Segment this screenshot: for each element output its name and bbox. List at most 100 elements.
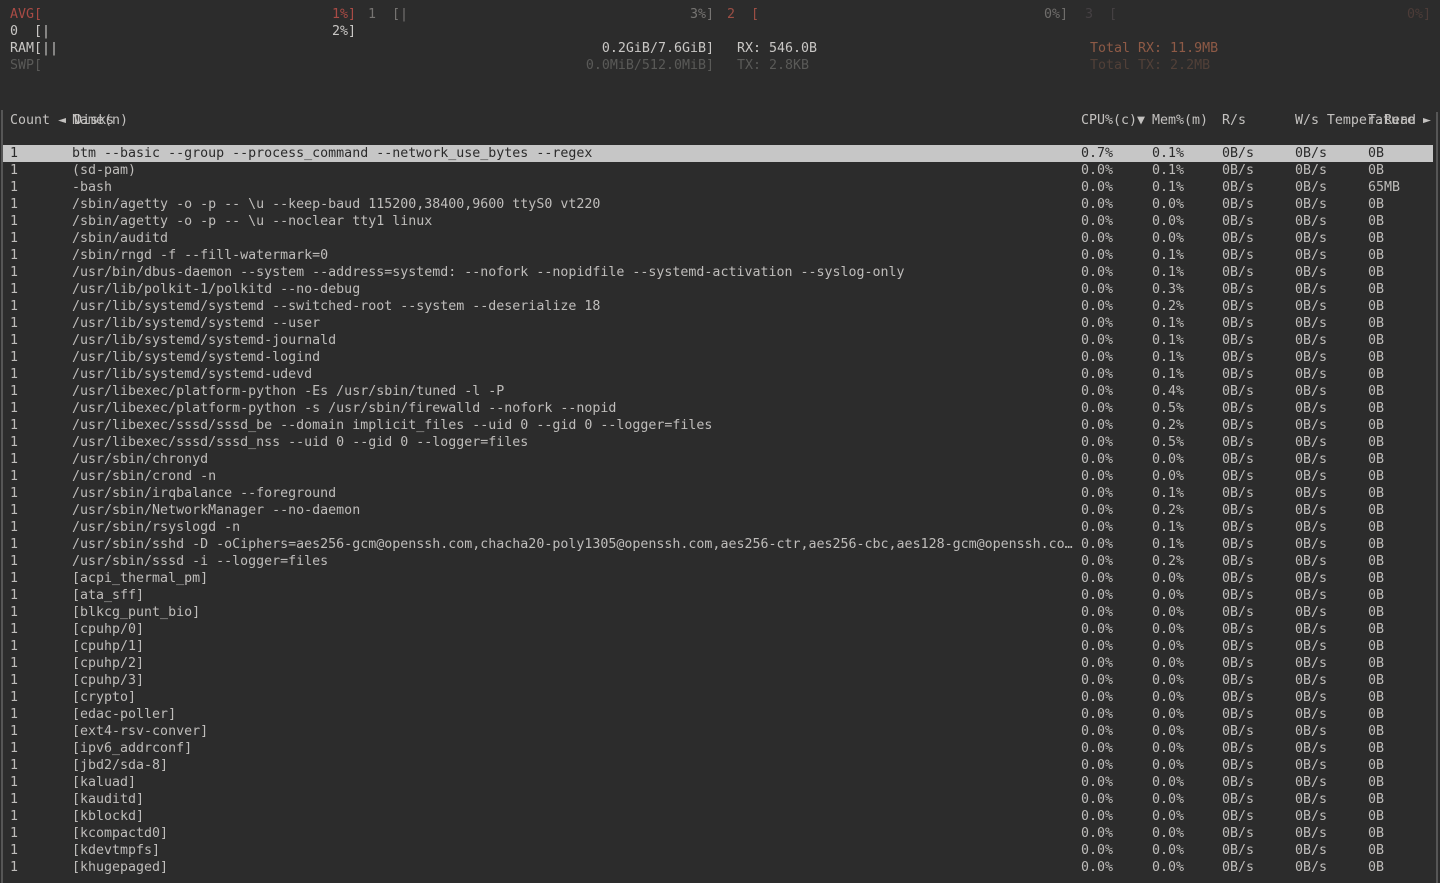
process-command: /usr/lib/systemd/systemd-logind (72, 349, 320, 366)
process-row[interactable]: 1 [cpuhp/0] 0.0% 0.0% 0B/s 0B/s 0B (2, 621, 1433, 638)
process-cpu-percent: 0.0% (1081, 672, 1113, 689)
nav-next-temperature[interactable]: Temperature ► (1279, 95, 1431, 112)
process-write-rate: 0B/s (1295, 213, 1327, 230)
process-write-rate: 0B/s (1295, 298, 1327, 315)
header-name[interactable]: Name(n) (72, 112, 128, 129)
header-count[interactable]: Count (10, 112, 50, 129)
gauge-open-bracket: [ (34, 6, 42, 23)
table-right-border (1436, 112, 1438, 883)
process-mem-percent: 0.2% (1152, 502, 1184, 519)
process-cpu-percent: 0.0% (1081, 162, 1113, 179)
process-mem-percent: 0.3% (1152, 281, 1184, 298)
process-row[interactable]: 1 [acpi_thermal_pm] 0.0% 0.0% 0B/s 0B/s … (2, 570, 1433, 587)
process-read-rate: 0B/s (1222, 434, 1254, 451)
process-mem-percent: 0.1% (1152, 519, 1184, 536)
process-row[interactable]: 1 -bash 0.0% 0.1% 0B/s 0B/s 65MB (2, 179, 1433, 196)
process-total-read: 0B (1368, 740, 1384, 757)
process-row[interactable]: 1 /usr/sbin/rsyslogd -n 0.0% 0.1% 0B/s 0… (2, 519, 1433, 536)
process-total-read: 0B (1368, 706, 1384, 723)
header-write-rate[interactable]: W/s (1295, 112, 1319, 129)
process-row[interactable]: 1 [kcompactd0] 0.0% 0.0% 0B/s 0B/s 0B (2, 825, 1433, 842)
process-row[interactable]: 1 /sbin/agetty -o -p -- \u --keep-baud 1… (2, 196, 1433, 213)
process-cpu-percent: 0.0% (1081, 842, 1113, 859)
process-row[interactable]: 1 [cpuhp/1] 0.0% 0.0% 0B/s 0B/s 0B (2, 638, 1433, 655)
process-row[interactable]: 1 [crypto] 0.0% 0.0% 0B/s 0B/s 0B (2, 689, 1433, 706)
process-row[interactable]: 1 [kblockd] 0.0% 0.0% 0B/s 0B/s 0B (2, 808, 1433, 825)
process-cpu-percent: 0.0% (1081, 332, 1113, 349)
process-mem-percent: 0.5% (1152, 434, 1184, 451)
process-read-rate: 0B/s (1222, 400, 1254, 417)
nav-prev-disks[interactable]: ◄ Disks (10, 95, 114, 112)
process-row[interactable]: 1 /usr/libexec/platform-python -Es /usr/… (2, 383, 1433, 400)
process-write-rate: 0B/s (1295, 264, 1327, 281)
process-cpu-percent: 0.0% (1081, 791, 1113, 808)
process-row[interactable]: 1 [edac-poller] 0.0% 0.0% 0B/s 0B/s 0B (2, 706, 1433, 723)
process-row[interactable]: 1 [cpuhp/3] 0.0% 0.0% 0B/s 0B/s 0B (2, 672, 1433, 689)
process-total-read: 0B (1368, 213, 1384, 230)
process-read-rate: 0B/s (1222, 247, 1254, 264)
process-mem-percent: 0.0% (1152, 842, 1184, 859)
process-row[interactable]: 1 /usr/lib/systemd/systemd-logind 0.0% 0… (2, 349, 1433, 366)
process-row[interactable]: 1 [cpuhp/2] 0.0% 0.0% 0B/s 0B/s 0B (2, 655, 1433, 672)
process-row[interactable]: 1 /sbin/auditd 0.0% 0.0% 0B/s 0B/s 0B (2, 230, 1433, 247)
process-count: 1 (10, 706, 18, 723)
process-row[interactable]: 1 [khugepaged] 0.0% 0.0% 0B/s 0B/s 0B (2, 859, 1433, 876)
process-row[interactable]: 1 /usr/lib/systemd/systemd-journald 0.0%… (2, 332, 1433, 349)
process-row[interactable]: 1 /usr/sbin/crond -n 0.0% 0.0% 0B/s 0B/s… (2, 468, 1433, 485)
process-row[interactable]: 1 /usr/lib/systemd/systemd-udevd 0.0% 0.… (2, 366, 1433, 383)
process-total-read: 65MB (1368, 179, 1400, 196)
process-row[interactable]: 1 /usr/libexec/platform-python -s /usr/s… (2, 400, 1433, 417)
process-row[interactable]: 1 [ata_sff] 0.0% 0.0% 0B/s 0B/s 0B (2, 587, 1433, 604)
process-count: 1 (10, 213, 18, 230)
process-row[interactable]: 1 /usr/sbin/irqbalance --foreground 0.0%… (2, 485, 1433, 502)
process-cpu-percent: 0.0% (1081, 451, 1113, 468)
gauge-close-bracket: ] (348, 23, 356, 40)
process-write-rate: 0B/s (1295, 825, 1327, 842)
cpu-gauge-percent: 1% (332, 6, 348, 23)
process-row[interactable]: 1 [jbd2/sda-8] 0.0% 0.0% 0B/s 0B/s 0B (2, 757, 1433, 774)
process-write-rate: 0B/s (1295, 655, 1327, 672)
process-row[interactable]: 1 /sbin/agetty -o -p -- \u --noclear tty… (2, 213, 1433, 230)
header-cpu[interactable]: CPU%(c)▼ (1081, 112, 1145, 129)
process-row[interactable]: 1 /usr/libexec/sssd/sssd_nss --uid 0 --g… (2, 434, 1433, 451)
process-write-rate: 0B/s (1295, 485, 1327, 502)
process-row[interactable]: 1 /sbin/rngd -f --fill-watermark=0 0.0% … (2, 247, 1433, 264)
process-command: [edac-poller] (72, 706, 176, 723)
process-row[interactable]: 1 /usr/libexec/sssd/sssd_be --domain imp… (2, 417, 1433, 434)
process-row[interactable]: 1 [kauditd] 0.0% 0.0% 0B/s 0B/s 0B (2, 791, 1433, 808)
process-cpu-percent: 0.0% (1081, 859, 1113, 876)
left-arrow-icon: ◄ (58, 113, 66, 128)
process-row[interactable]: 1 [blkcg_punt_bio] 0.0% 0.0% 0B/s 0B/s 0… (2, 604, 1433, 621)
header-total-read[interactable]: T.Read (1368, 112, 1416, 129)
header-read-rate[interactable]: R/s (1222, 112, 1246, 129)
gauge-open-bracket: [ (751, 6, 759, 23)
process-command: /sbin/rngd -f --fill-watermark=0 (72, 247, 328, 264)
process-command: [ext4-rsv-conver] (72, 723, 208, 740)
process-mem-percent: 0.1% (1152, 366, 1184, 383)
process-row[interactable]: 1 [ipv6_addrconf] 0.0% 0.0% 0B/s 0B/s 0B (2, 740, 1433, 757)
process-row[interactable]: 1 /usr/sbin/sshd -D -oCiphers=aes256-gcm… (2, 536, 1433, 553)
process-row[interactable]: 1 /usr/lib/polkit-1/polkitd --no-debug 0… (2, 281, 1433, 298)
cpu-gauge-percent: 2% (332, 23, 348, 40)
process-row[interactable]: 1 [kdevtmpfs] 0.0% 0.0% 0B/s 0B/s 0B (2, 842, 1433, 859)
header-mem[interactable]: Mem%(m) (1152, 112, 1208, 129)
cpu-gauge-percent: 0% (1407, 6, 1423, 23)
process-row[interactable]: 1 /usr/bin/dbus-daemon --system --addres… (2, 264, 1433, 281)
process-row[interactable]: 1 /usr/sbin/sssd -i --logger=files 0.0% … (2, 553, 1433, 570)
process-total-read: 0B (1368, 298, 1384, 315)
process-count: 1 (10, 179, 18, 196)
process-row[interactable]: 1 /usr/sbin/NetworkManager --no-daemon 0… (2, 502, 1433, 519)
process-row[interactable]: 1 btm --basic --group --process_command … (2, 145, 1433, 162)
process-row[interactable]: 1 (sd-pam) 0.0% 0.1% 0B/s 0B/s 0B (2, 162, 1433, 179)
cpu-gauge-0: 0[|2%] (10, 23, 356, 40)
process-row[interactable]: 1 /usr/lib/systemd/systemd --user 0.0% 0… (2, 315, 1433, 332)
process-row[interactable]: 1 [ext4-rsv-conver] 0.0% 0.0% 0B/s 0B/s … (2, 723, 1433, 740)
process-cpu-percent: 0.0% (1081, 366, 1113, 383)
process-read-rate: 0B/s (1222, 723, 1254, 740)
process-row[interactable]: 1 /usr/sbin/chronyd 0.0% 0.0% 0B/s 0B/s … (2, 451, 1433, 468)
process-row[interactable]: 1 /usr/lib/systemd/systemd --switched-ro… (2, 298, 1433, 315)
process-row[interactable]: 1 [kaluad] 0.0% 0.0% 0B/s 0B/s 0B (2, 774, 1433, 791)
process-read-rate: 0B/s (1222, 842, 1254, 859)
process-cpu-percent: 0.0% (1081, 468, 1113, 485)
process-write-rate: 0B/s (1295, 366, 1327, 383)
